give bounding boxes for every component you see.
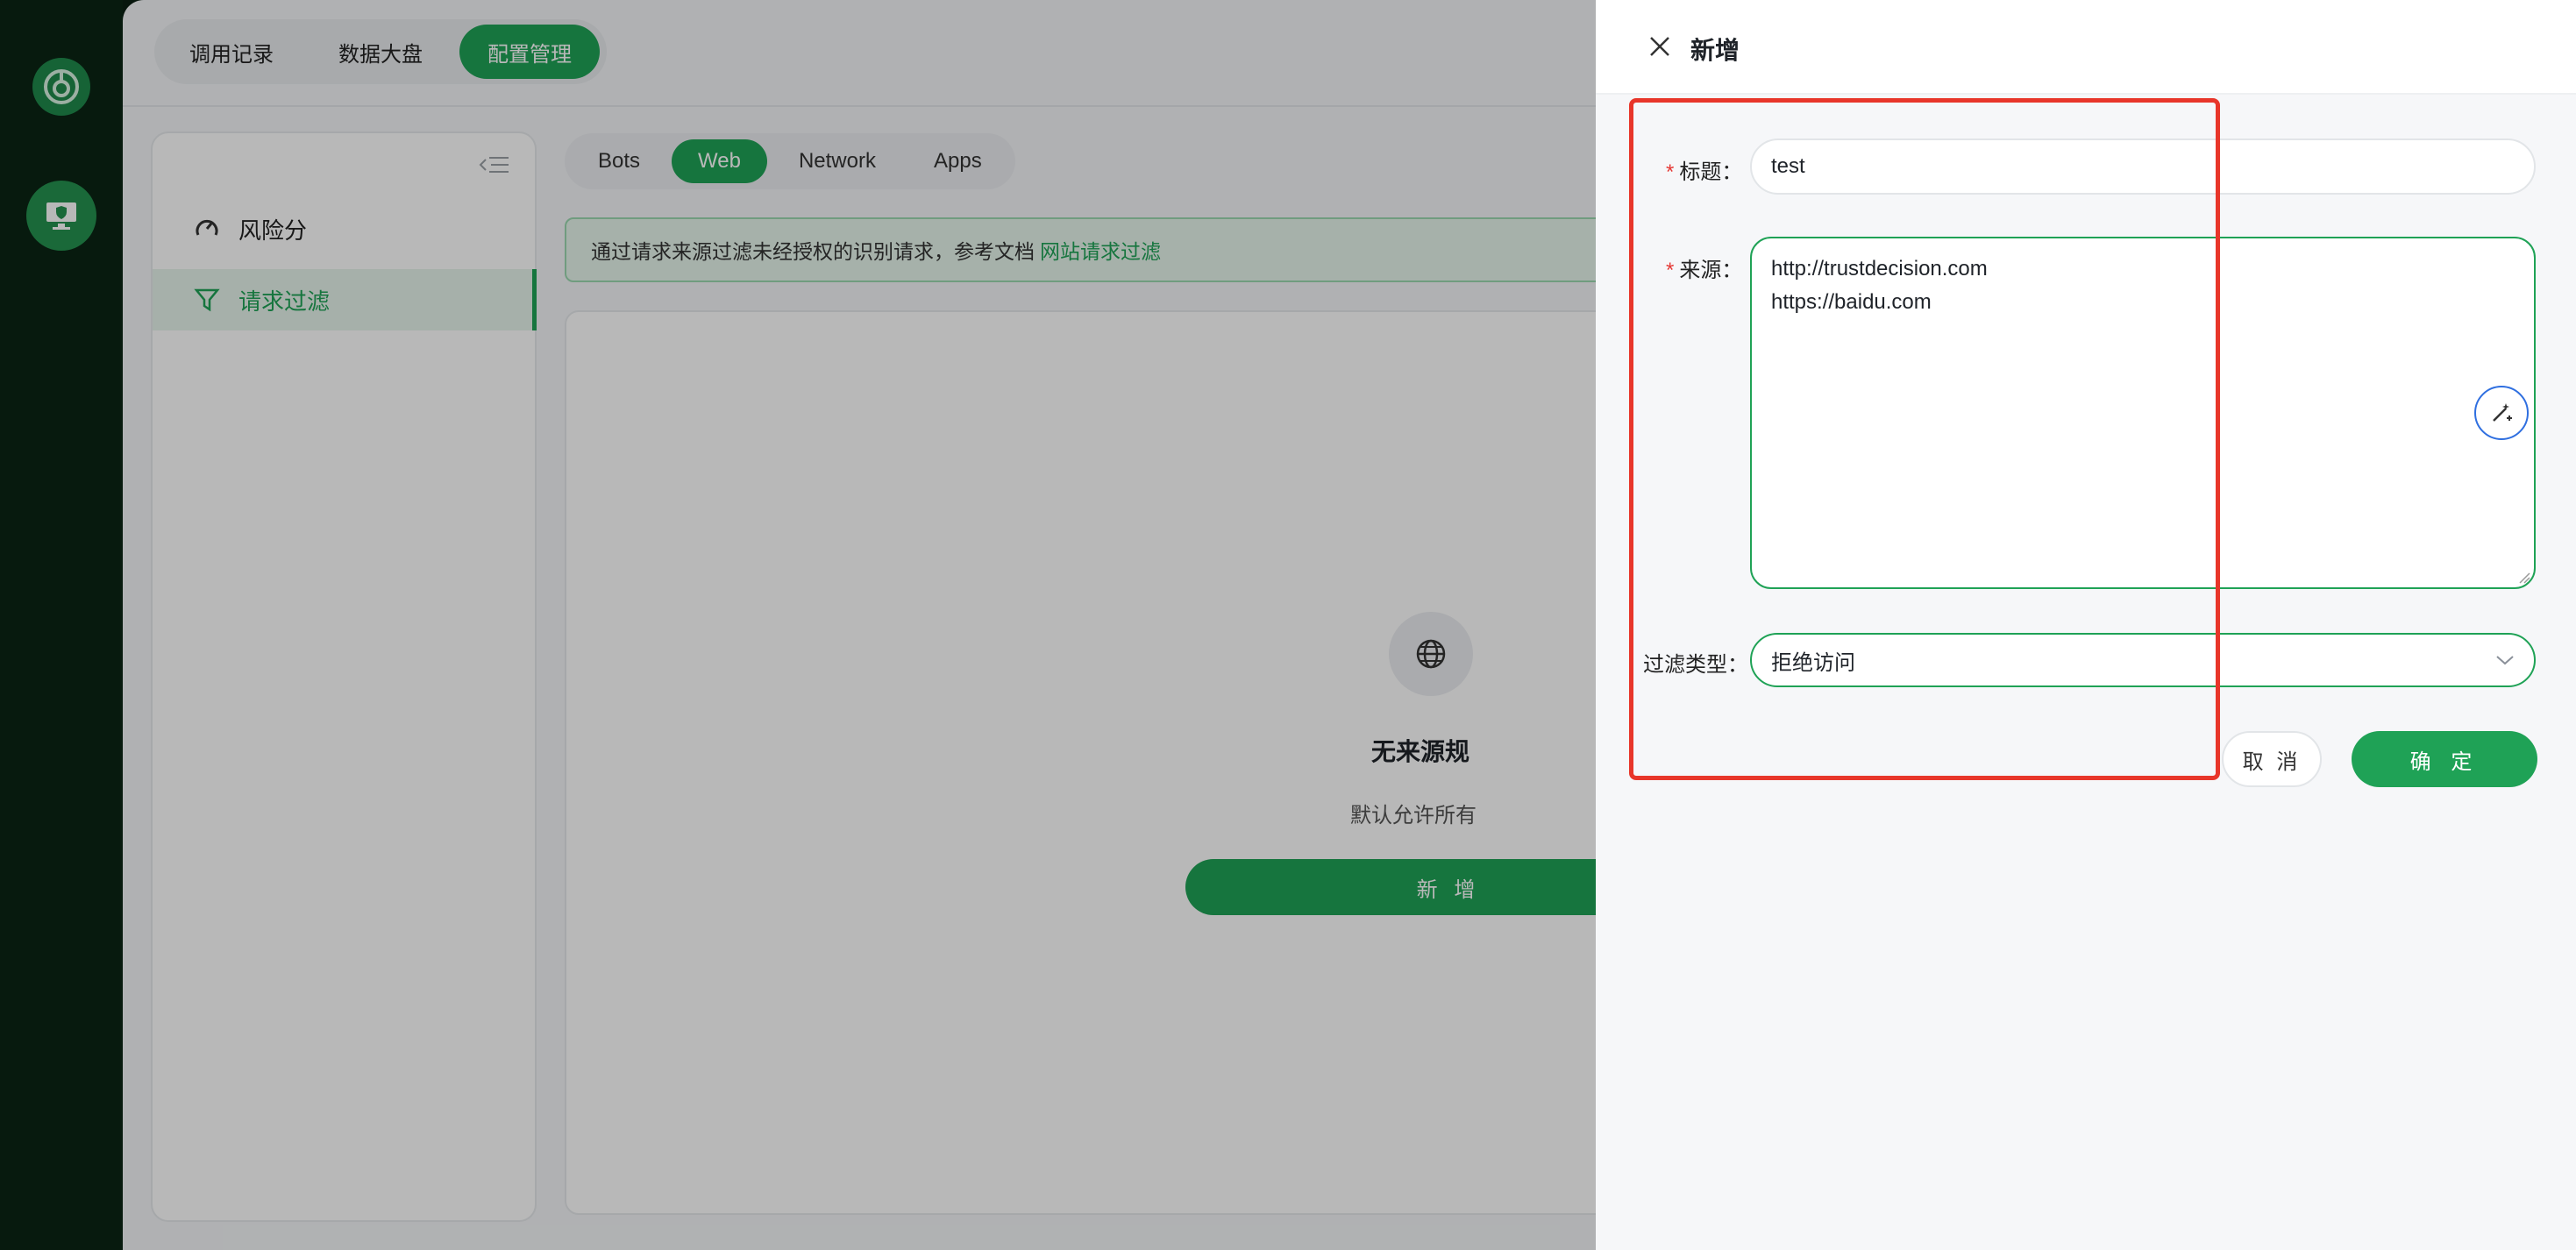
- resize-handle-icon[interactable]: [2518, 572, 2530, 584]
- title-field-label: * 标题：: [1666, 160, 1743, 184]
- modal-mask[interactable]: [0, 0, 1596, 1250]
- filter-type-label: 过滤类型：: [1643, 653, 1748, 677]
- close-icon[interactable]: [1647, 33, 1673, 60]
- add-rule-drawer: 新增 * 标题： test * 来源： http://trustdecision.c…: [1596, 0, 2576, 1250]
- source-field-label: * 来源：: [1666, 259, 1743, 282]
- filter-type-select[interactable]: 拒绝访问: [1750, 633, 2536, 687]
- magic-wand-icon[interactable]: [2474, 386, 2529, 440]
- required-mark: *: [1666, 160, 1675, 184]
- source-textarea[interactable]: http://trustdecision.com https://baidu.c…: [1750, 237, 2536, 589]
- drawer-title: 新增: [1690, 37, 1740, 64]
- required-mark: *: [1666, 259, 1675, 282]
- drawer-header: 新增: [1596, 0, 2576, 95]
- confirm-button[interactable]: 确 定: [2352, 731, 2537, 787]
- chevron-down-icon: [2496, 656, 2514, 665]
- cancel-button[interactable]: 取 消: [2222, 731, 2322, 787]
- source-line: http://trustdecision.com: [1771, 257, 1988, 281]
- title-input[interactable]: test: [1750, 138, 2536, 195]
- source-line: https://baidu.com: [1771, 290, 1932, 314]
- filter-type-value: 拒绝访问: [1771, 650, 1855, 675]
